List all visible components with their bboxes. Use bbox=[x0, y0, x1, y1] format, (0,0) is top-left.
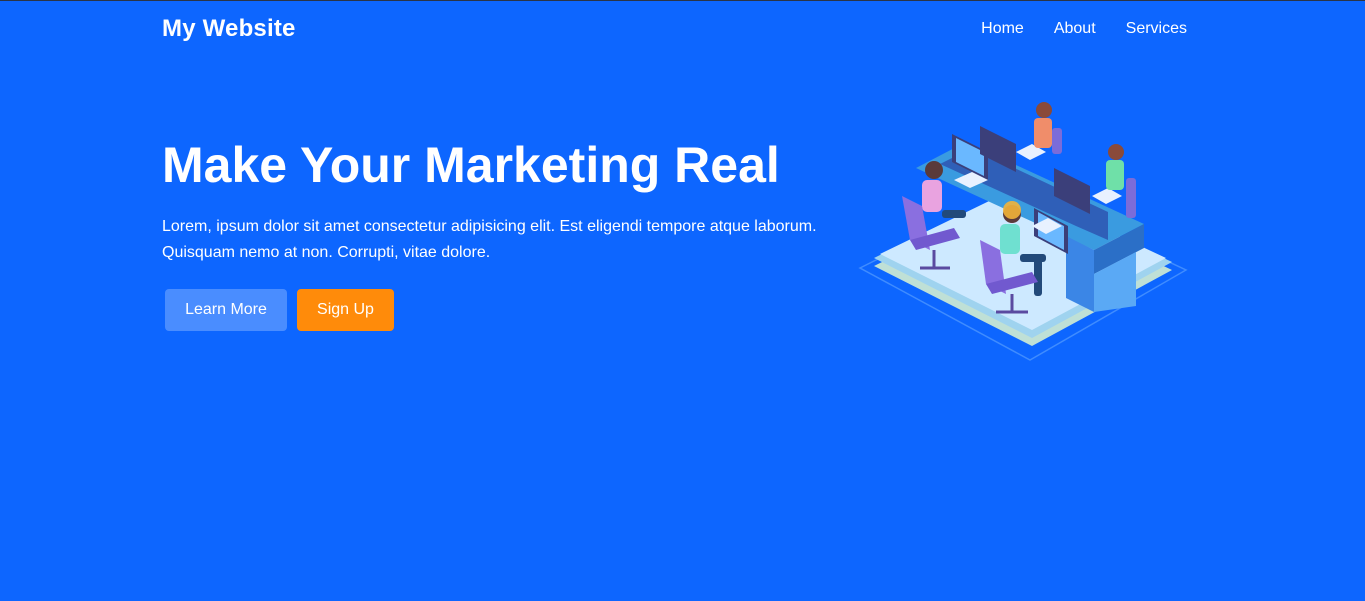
nav-home-link[interactable]: Home bbox=[981, 20, 1024, 38]
office-team-illustration bbox=[858, 102, 1188, 361]
navbar: My Website Home About Services bbox=[162, 1, 1187, 57]
hero-title: Make Your Marketing Real bbox=[162, 137, 780, 193]
hero-description: Lorem, ipsum dolor sit amet consectetur … bbox=[162, 218, 817, 261]
site-logo[interactable]: My Website bbox=[162, 15, 296, 43]
nav-links: Home About Services bbox=[981, 20, 1187, 38]
learn-more-button[interactable]: Learn More bbox=[165, 289, 287, 331]
nav-services-link[interactable]: Services bbox=[1126, 20, 1187, 38]
sign-up-button[interactable]: Sign Up bbox=[297, 289, 394, 331]
nav-about-link[interactable]: About bbox=[1054, 20, 1096, 38]
